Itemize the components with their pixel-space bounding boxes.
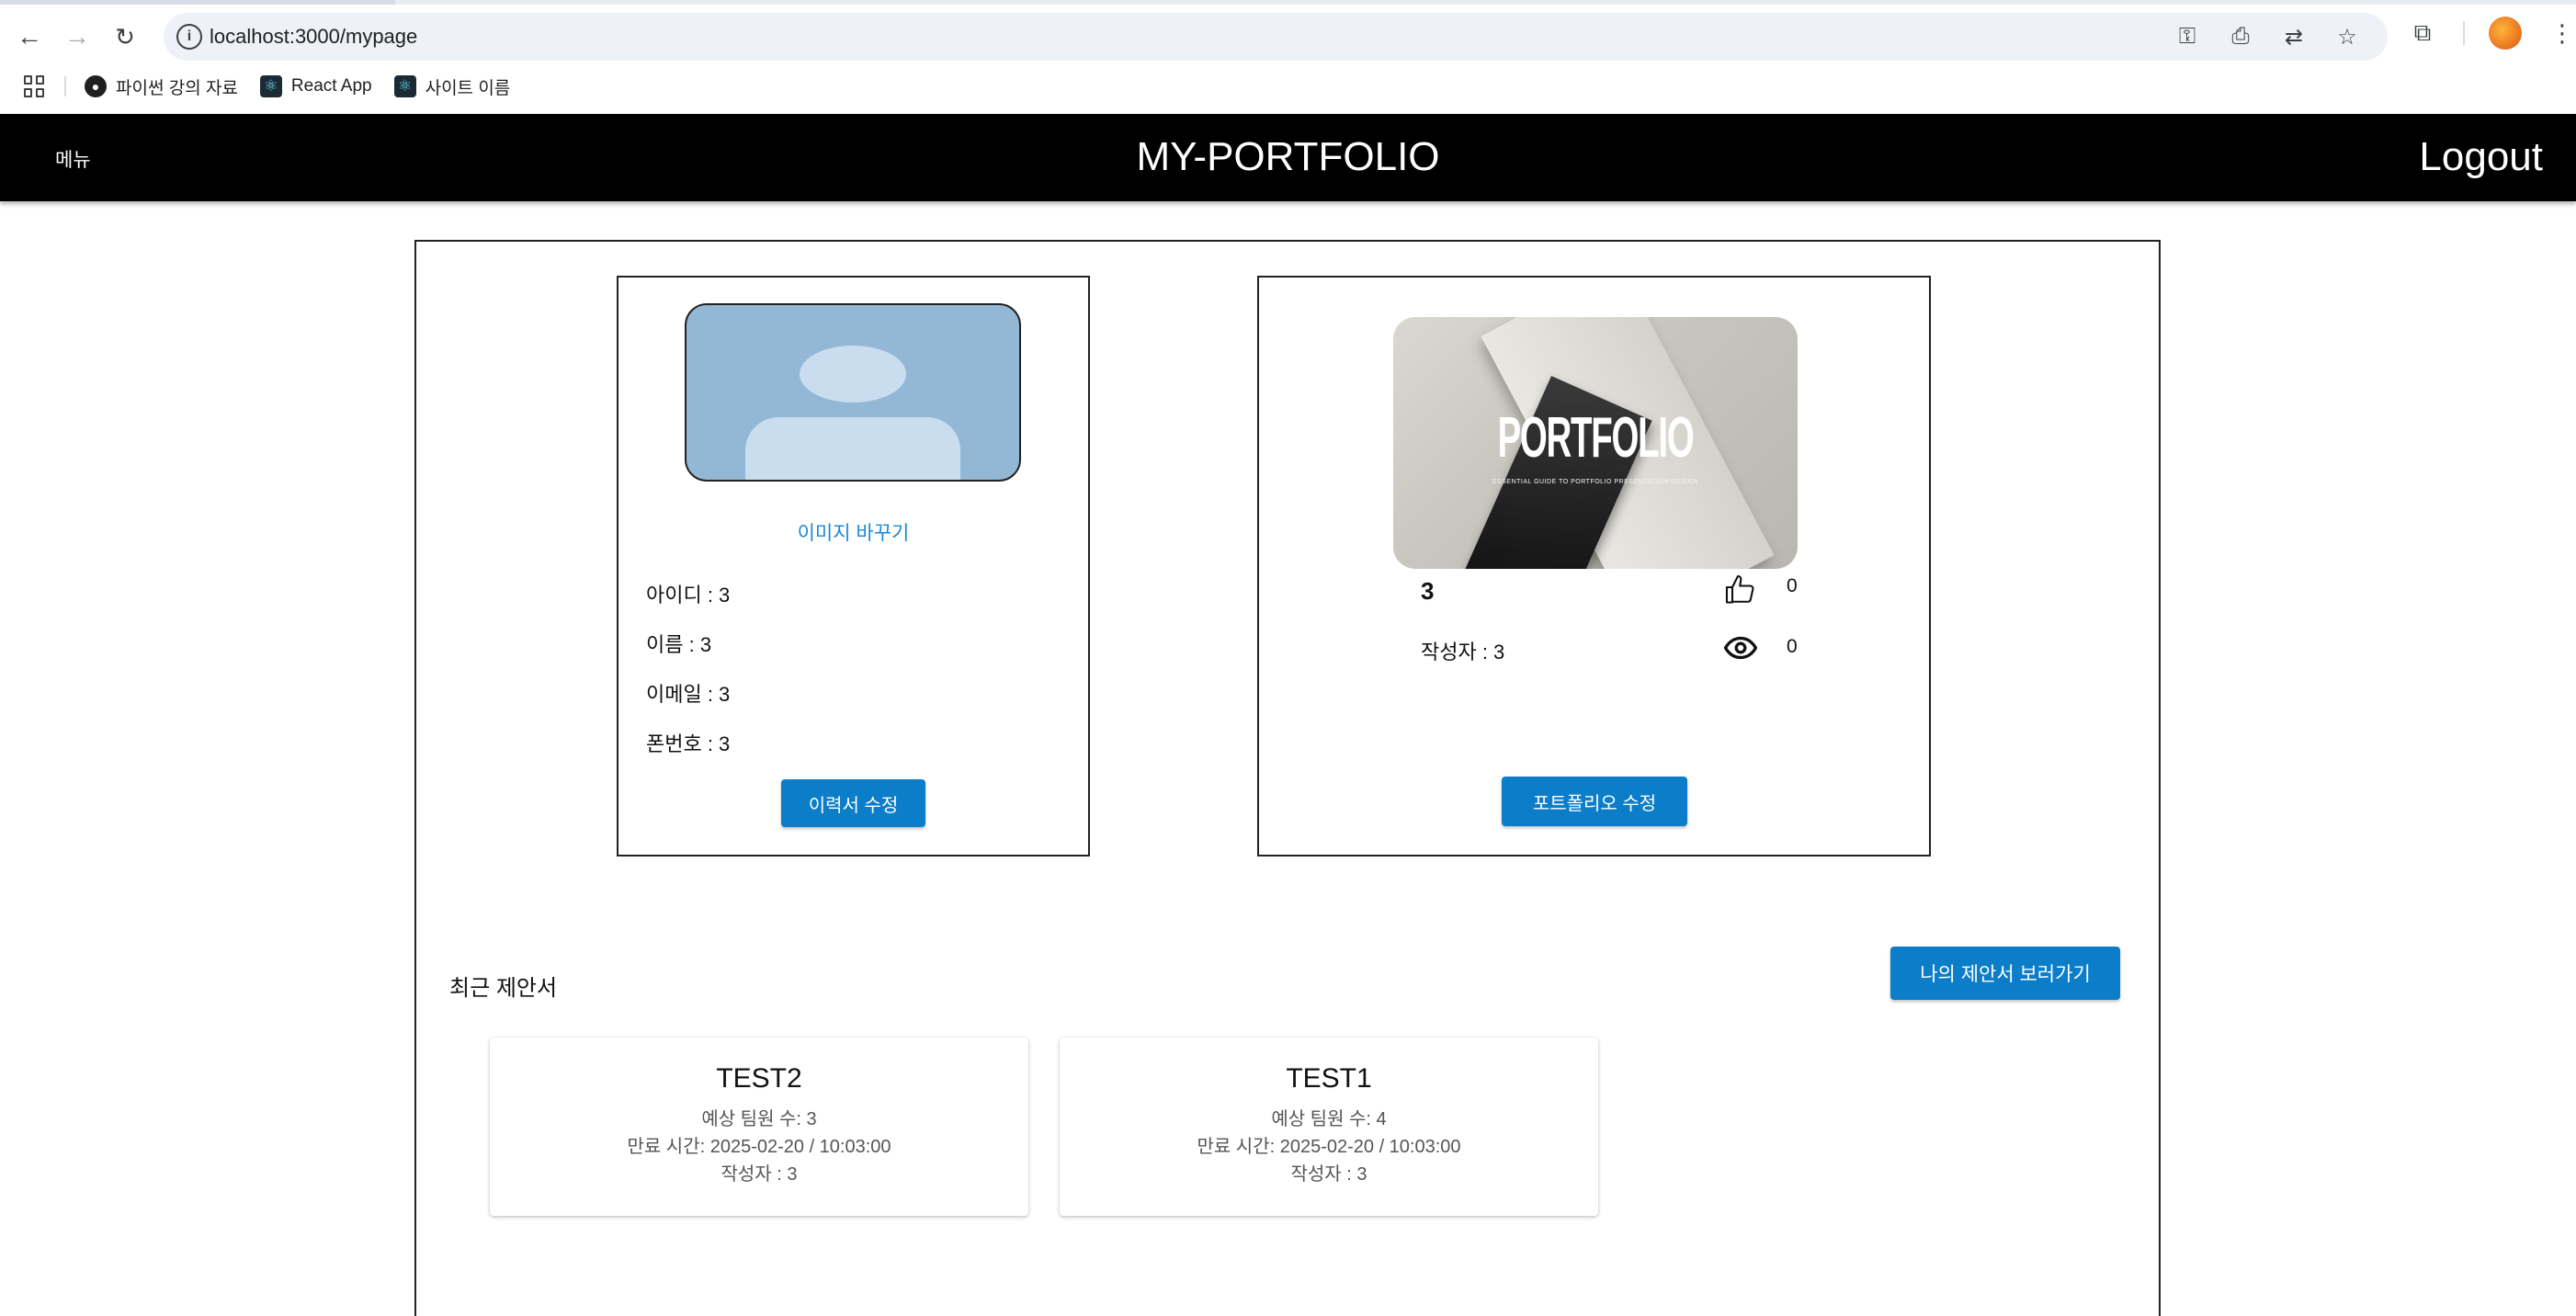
- bookmarks-divider: [64, 76, 66, 96]
- toolbar-right: ⧉ ⋮: [2406, 17, 2576, 50]
- extensions-puzzle-icon[interactable]: ⧉: [2406, 17, 2439, 50]
- forward-arrow-icon[interactable]: →: [59, 18, 96, 55]
- url-text[interactable]: localhost:3000/mypage: [210, 25, 417, 49]
- bookmark-label: React App: [290, 76, 372, 96]
- active-tab-edge[interactable]: [0, 0, 395, 5]
- bookmark-label: 파이썬 강의 자료: [116, 78, 238, 98]
- proposal-title: TEST2: [716, 1063, 802, 1094]
- bookmark-python-lectures[interactable]: ● 파이썬 강의 자료: [85, 74, 238, 99]
- profile-name: 이름 : 3: [646, 633, 712, 656]
- proposal-title: TEST1: [1286, 1063, 1372, 1094]
- back-arrow-icon[interactable]: ←: [11, 18, 48, 55]
- view-my-proposals-button[interactable]: 나의 제안서 보러가기: [1890, 947, 2120, 1000]
- site-info-icon[interactable]: i: [176, 24, 202, 50]
- proposal-team-size: 예상 팀원 수: 3: [701, 1109, 817, 1129]
- mypage-container: 이미지 바꾸기 아이디 : 3 이름 : 3 이메일 : 3 폰번호 : 3 이…: [414, 240, 2161, 1316]
- toolbar-divider: [2463, 21, 2465, 45]
- bookmark-star-icon[interactable]: ☆: [2331, 22, 2364, 51]
- portfolio-author: 작성자 : 3: [1421, 641, 1505, 664]
- apps-grid-icon[interactable]: [24, 75, 46, 97]
- profile-card: 이미지 바꾸기 아이디 : 3 이름 : 3 이메일 : 3 폰번호 : 3 이…: [617, 276, 1090, 857]
- avatar-body-shape: [745, 417, 960, 480]
- avatar-head-shape: [800, 346, 906, 403]
- proposal-author: 작성자 : 3: [1290, 1164, 1367, 1185]
- translate-icon[interactable]: ⇄: [2277, 22, 2310, 51]
- logout-button[interactable]: Logout: [2419, 134, 2543, 180]
- proposal-expiry: 만료 시간: 2025-02-20 / 10:03:00: [627, 1137, 891, 1157]
- tab-strip: [0, 0, 2576, 5]
- address-bar-actions: ⚿ ⎙ ⇄ ☆: [2171, 22, 2364, 51]
- portfolio-card: PORTFOLIO ESSENTIAL GUIDE TO PORTFOLIO P…: [1257, 276, 1931, 857]
- more-menu-icon[interactable]: ⋮: [2546, 17, 2576, 50]
- install-app-icon[interactable]: ⎙: [2224, 22, 2257, 51]
- profile-id: 아이디 : 3: [646, 584, 731, 607]
- bookmark-react-app[interactable]: ⚛ React App: [259, 75, 372, 97]
- password-key-icon[interactable]: ⚿: [2171, 22, 2204, 51]
- react-icon: ⚛: [393, 75, 416, 97]
- proposal-author: 작성자 : 3: [721, 1164, 798, 1185]
- view-count: 0: [1787, 636, 1798, 657]
- portfolio-number: 3: [1421, 577, 1435, 605]
- cover-title: PORTFOLIO: [1497, 406, 1694, 470]
- proposal-team-size: 예상 팀원 수: 4: [1271, 1109, 1387, 1129]
- bookmarks-bar: ● 파이썬 강의 자료 ⚛ React App ⚛ 사이트 이름: [0, 66, 2576, 107]
- bookmark-site-name[interactable]: ⚛ 사이트 이름: [393, 74, 511, 99]
- profile-avatar[interactable]: [2489, 17, 2522, 50]
- like-count: 0: [1787, 575, 1798, 596]
- profile-phone: 폰번호 : 3: [646, 732, 731, 755]
- proposal-expiry: 만료 시간: 2025-02-20 / 10:03:00: [1197, 1137, 1461, 1157]
- bookmark-label: 사이트 이름: [425, 78, 511, 98]
- address-bar[interactable]: i localhost:3000/mypage ⚿ ⎙ ⇄ ☆: [164, 13, 2388, 61]
- portfolio-thumbnail[interactable]: PORTFOLIO ESSENTIAL GUIDE TO PORTFOLIO P…: [1393, 317, 1798, 569]
- profile-email: 이메일 : 3: [646, 683, 731, 706]
- react-icon: ⚛: [259, 75, 282, 97]
- thumbs-up-icon[interactable]: [1724, 573, 1757, 607]
- app-header: 메뉴 MY-PORTFOLIO Logout: [0, 114, 2576, 201]
- app-title: MY-PORTFOLIO: [1136, 134, 1440, 179]
- cover-subtitle: ESSENTIAL GUIDE TO PORTFOLIO PRESENTATIO…: [1492, 479, 1699, 485]
- menu-button[interactable]: 메뉴: [55, 145, 91, 173]
- recent-proposals-title: 최근 제안서: [449, 976, 558, 1001]
- proposal-card[interactable]: TEST1 예상 팀원 수: 4 만료 시간: 2025-02-20 / 10:…: [1060, 1038, 1598, 1216]
- github-icon: ●: [85, 75, 107, 97]
- browser-chrome: ← → ↻ i localhost:3000/mypage ⚿ ⎙ ⇄ ☆ ⧉ …: [0, 0, 2576, 114]
- change-image-link[interactable]: 이미지 바꾸기: [618, 518, 1088, 546]
- avatar: [685, 303, 1021, 482]
- proposal-card[interactable]: TEST2 예상 팀원 수: 3 만료 시간: 2025-02-20 / 10:…: [490, 1038, 1028, 1216]
- edit-resume-button[interactable]: 이력서 수정: [781, 779, 925, 827]
- reload-icon[interactable]: ↻: [107, 18, 143, 55]
- edit-portfolio-button[interactable]: 포트폴리오 수정: [1502, 777, 1687, 826]
- eye-icon: [1724, 636, 1757, 660]
